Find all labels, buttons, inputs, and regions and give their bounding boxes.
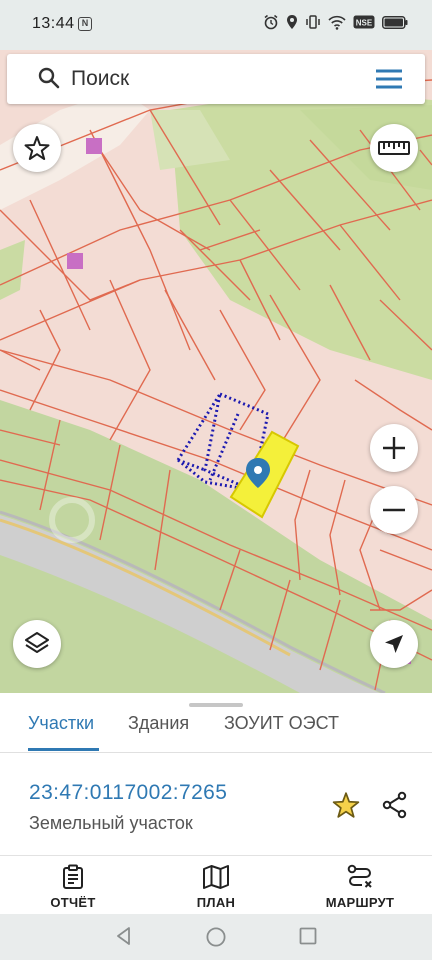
map-canvas[interactable] <box>0 50 432 693</box>
drag-handle[interactable] <box>189 703 243 707</box>
battery-icon <box>382 15 408 29</box>
cadastral-number[interactable]: 23:47:0117002:7265 <box>29 781 227 805</box>
hamburger-menu-icon[interactable] <box>375 68 403 90</box>
tab-parcels[interactable]: Участки <box>28 713 94 751</box>
cadastral-map[interactable] <box>0 50 432 693</box>
back-icon[interactable] <box>114 926 134 946</box>
location-icon <box>287 15 297 29</box>
active-tab-indicator <box>28 748 99 751</box>
route-button[interactable]: МАРШРУТ <box>320 856 400 914</box>
zoom-in-icon <box>383 437 405 459</box>
zoom-out-icon <box>383 508 405 512</box>
plan-button[interactable]: ПЛАН <box>186 856 246 914</box>
parcel-type: Земельный участок <box>29 813 193 833</box>
zoom-in-button[interactable] <box>370 424 418 472</box>
recents-icon[interactable] <box>298 926 318 946</box>
status-bar: 13:44 N NSE <box>0 0 432 50</box>
map-icon <box>203 865 229 889</box>
status-time: 13:44 <box>32 15 75 32</box>
clipboard-list-icon <box>63 864 83 889</box>
search-icon[interactable] <box>37 66 61 90</box>
favorites-button[interactable] <box>13 124 61 172</box>
tab-zones[interactable]: ЗОУИТ ОЭСТ <box>224 713 339 751</box>
report-button[interactable]: ОТЧЁТ <box>40 856 106 914</box>
route-icon <box>347 864 372 888</box>
svg-text:NSE: NSE <box>356 18 373 27</box>
system-navigation-bar <box>0 914 432 960</box>
home-icon[interactable] <box>205 926 227 948</box>
ruler-button[interactable] <box>370 124 418 172</box>
action-bar: ОТЧЁТ ПЛАН МАРШРУТ <box>0 856 432 914</box>
parcel-card[interactable]: 23:47:0117002:7265 Земельный участок <box>0 753 432 856</box>
my-location-button[interactable] <box>370 620 418 668</box>
search-bar <box>7 54 425 104</box>
layers-button[interactable] <box>13 620 61 668</box>
tab-buildings[interactable]: Здания <box>128 713 189 751</box>
star-outline-icon <box>24 136 50 160</box>
building-marker <box>86 138 102 154</box>
status-icons: NSE <box>263 14 408 30</box>
wifi-icon <box>328 15 346 30</box>
info-tabs: Участки Здания ЗОУИТ ОЭСТ <box>0 693 432 753</box>
zoom-out-button[interactable] <box>370 486 418 534</box>
vibrate-icon <box>306 15 320 29</box>
alarm-icon <box>264 14 278 30</box>
data-saver-icon: NSE <box>353 15 375 29</box>
route-label: МАРШРУТ <box>325 895 395 910</box>
plan-label: ПЛАН <box>196 895 236 910</box>
search-input[interactable] <box>71 62 361 96</box>
report-label: ОТЧЁТ <box>50 895 96 910</box>
ruler-icon <box>378 141 410 155</box>
layers-icon <box>25 632 49 653</box>
share-icon[interactable] <box>381 791 409 819</box>
favorite-star-icon[interactable] <box>332 791 360 819</box>
navigation-arrow-icon <box>385 635 403 653</box>
building-marker <box>67 253 83 269</box>
notification-badge: N <box>78 17 92 31</box>
